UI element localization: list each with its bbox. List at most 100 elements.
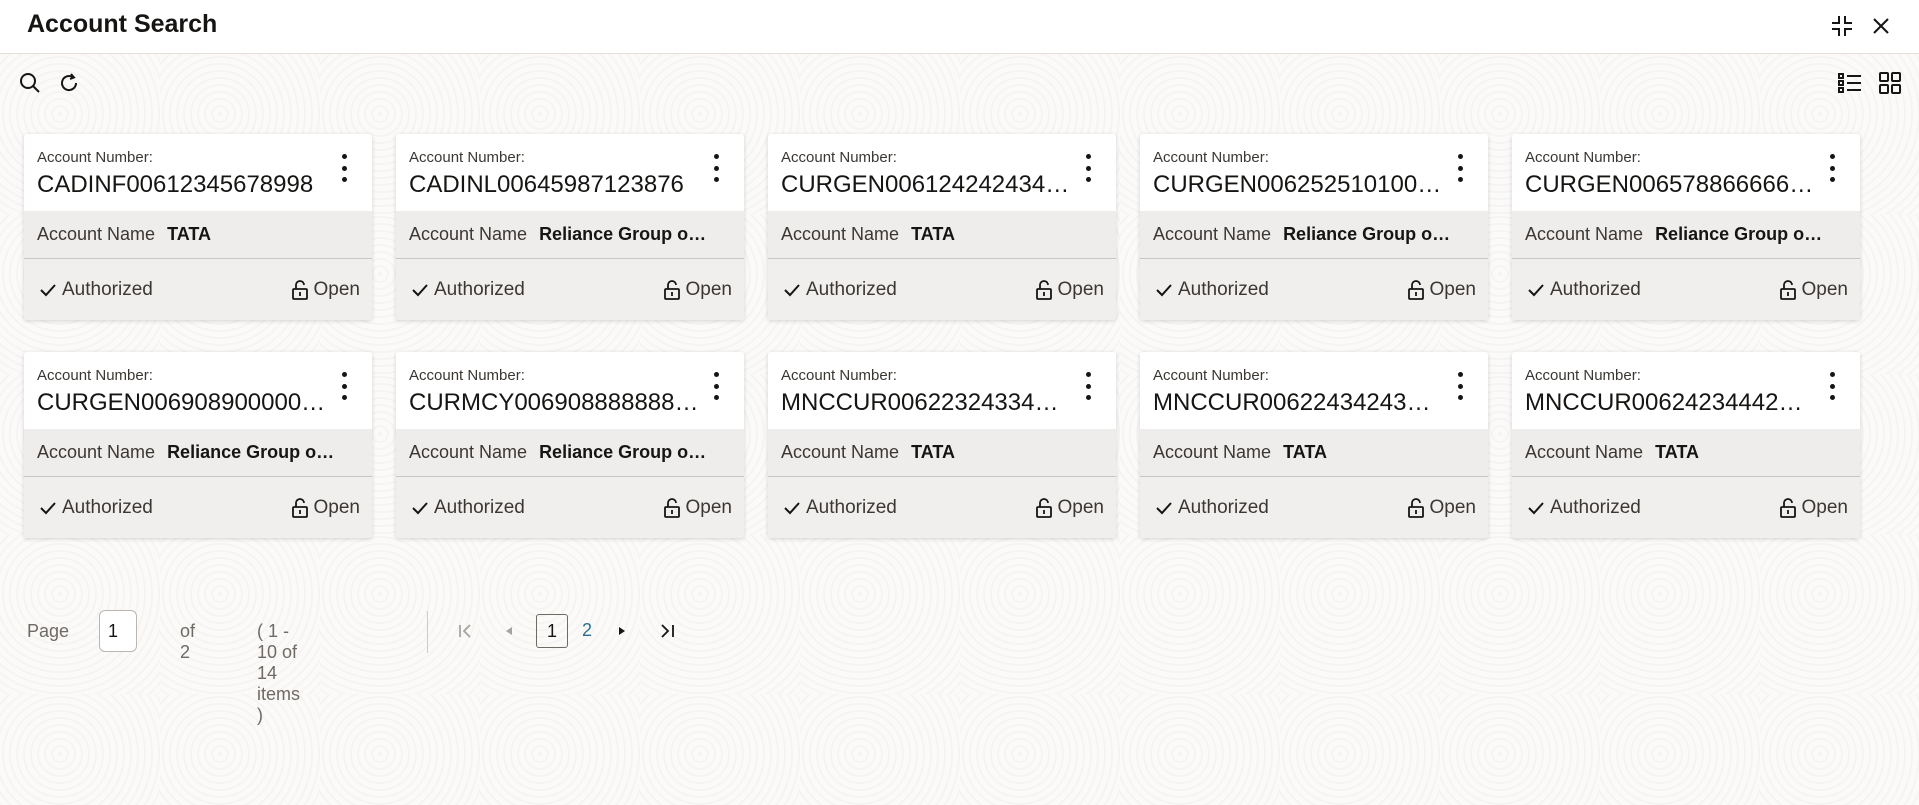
refresh-icon[interactable]: [54, 68, 84, 98]
account-card[interactable]: Account Number: CADINL00645987123876 Acc…: [396, 134, 744, 320]
account-number: MNCCUR00622434243424: [1153, 389, 1443, 416]
account-number-label: Account Number:: [1153, 149, 1269, 166]
account-number: CADINL00645987123876: [409, 171, 684, 198]
account-number: CURGEN00657886666666: [1525, 171, 1815, 198]
record-state: Open: [1035, 279, 1104, 301]
grid-view-icon[interactable]: [1875, 68, 1905, 98]
authorization-status: Authorized: [39, 497, 153, 519]
unlock-icon: [663, 279, 680, 300]
account-name: Reliance Group of…: [539, 224, 710, 244]
account-number-label: Account Number:: [409, 149, 525, 166]
close-icon[interactable]: [1866, 11, 1896, 41]
account-number-label: Account Number:: [37, 367, 153, 384]
account-number: MNCCUR00622324334233: [781, 389, 1071, 416]
account-number-label: Account Number:: [1525, 149, 1641, 166]
authorization-status: Authorized: [411, 497, 525, 519]
record-state: Open: [1035, 497, 1104, 519]
account-number: MNCCUR00624234442342: [1525, 389, 1815, 416]
search-icon[interactable]: [15, 68, 45, 98]
record-state: Open: [1407, 497, 1476, 519]
pager-divider: [427, 611, 428, 653]
page-number-input[interactable]: [99, 610, 137, 652]
unlock-icon: [291, 279, 308, 300]
check-icon: [784, 283, 800, 296]
account-number: CURGEN006908900000…: [37, 389, 326, 416]
list-view-icon[interactable]: [1835, 68, 1865, 98]
authorization-status: Authorized: [411, 279, 525, 301]
account-name-label: Account Name: [1525, 442, 1644, 462]
account-number-label: Account Number:: [1525, 367, 1641, 384]
authorization-status: Authorized: [1155, 279, 1269, 301]
check-icon: [412, 283, 428, 296]
unlock-icon: [1407, 279, 1424, 300]
unlock-icon: [1035, 497, 1052, 518]
check-icon: [1156, 501, 1172, 514]
account-card[interactable]: Account Number: CURMCY00690888888888 Acc…: [396, 352, 744, 538]
item-range-label: ( 1 - 10 of 14 items ): [257, 621, 301, 725]
more-options-icon[interactable]: [1450, 154, 1470, 182]
check-icon: [412, 501, 428, 514]
account-name: Reliance Group of…: [539, 442, 710, 462]
check-icon: [784, 501, 800, 514]
account-card[interactable]: Account Number: CURGEN00625251010033 Acc…: [1140, 134, 1488, 320]
account-number-label: Account Number:: [781, 149, 897, 166]
previous-page-icon[interactable]: [498, 619, 520, 643]
authorization-status: Authorized: [39, 279, 153, 301]
check-icon: [40, 501, 56, 514]
page-1-button[interactable]: 1: [536, 614, 568, 648]
more-options-icon[interactable]: [1822, 154, 1842, 182]
unlock-icon: [1035, 279, 1052, 300]
account-name-label: Account Name: [781, 442, 900, 462]
account-name: TATA: [911, 442, 956, 462]
unlock-icon: [291, 497, 308, 518]
authorization-status: Authorized: [1527, 279, 1641, 301]
authorization-status: Authorized: [783, 279, 897, 301]
more-options-icon[interactable]: [706, 154, 726, 182]
account-name: Reliance Group of…: [167, 442, 338, 462]
more-options-icon[interactable]: [1078, 372, 1098, 400]
account-number-label: Account Number:: [409, 367, 525, 384]
authorization-status: Authorized: [783, 497, 897, 519]
account-card[interactable]: Account Number: CADINF00612345678998 Acc…: [24, 134, 372, 320]
record-state: Open: [1779, 497, 1848, 519]
more-options-icon[interactable]: [334, 154, 354, 182]
next-page-icon[interactable]: [611, 619, 633, 643]
unlock-icon: [1407, 497, 1424, 518]
record-state: Open: [663, 497, 732, 519]
account-name-label: Account Name: [37, 442, 156, 462]
more-options-icon[interactable]: [1822, 372, 1842, 400]
more-options-icon[interactable]: [706, 372, 726, 400]
account-name-label: Account Name: [409, 224, 528, 244]
record-state: Open: [291, 497, 360, 519]
account-card[interactable]: Account Number: MNCCUR00624234442342 Acc…: [1512, 352, 1860, 538]
account-name-label: Account Name: [1525, 224, 1644, 244]
authorization-status: Authorized: [1155, 497, 1269, 519]
account-card[interactable]: Account Number: CURGEN00612424243424 Acc…: [768, 134, 1116, 320]
check-icon: [1528, 501, 1544, 514]
account-card[interactable]: Account Number: MNCCUR00622434243424 Acc…: [1140, 352, 1488, 538]
account-card[interactable]: Account Number: CURGEN006908900000… Acco…: [24, 352, 372, 538]
account-card[interactable]: Account Number: MNCCUR00622324334233 Acc…: [768, 352, 1116, 538]
more-options-icon[interactable]: [334, 372, 354, 400]
minimize-icon[interactable]: [1827, 11, 1857, 41]
account-card[interactable]: Account Number: CURGEN00657886666666 Acc…: [1512, 134, 1860, 320]
authorization-status: Authorized: [1527, 497, 1641, 519]
account-number-label: Account Number:: [781, 367, 897, 384]
account-number: CURGEN00625251010033: [1153, 171, 1443, 198]
account-name-label: Account Name: [409, 442, 528, 462]
record-state: Open: [1407, 279, 1476, 301]
unlock-icon: [1779, 497, 1796, 518]
first-page-icon[interactable]: [453, 619, 479, 643]
account-name: TATA: [1283, 442, 1328, 462]
account-name-label: Account Name: [1153, 442, 1272, 462]
check-icon: [40, 283, 56, 296]
account-name-label: Account Name: [1153, 224, 1272, 244]
more-options-icon[interactable]: [1078, 154, 1098, 182]
last-page-icon[interactable]: [654, 619, 680, 643]
unlock-icon: [663, 497, 680, 518]
account-name: Reliance Group of…: [1283, 224, 1454, 244]
page-2-button[interactable]: 2: [575, 614, 599, 646]
account-name: TATA: [911, 224, 956, 244]
account-name: Reliance Group of…: [1655, 224, 1826, 244]
more-options-icon[interactable]: [1450, 372, 1470, 400]
